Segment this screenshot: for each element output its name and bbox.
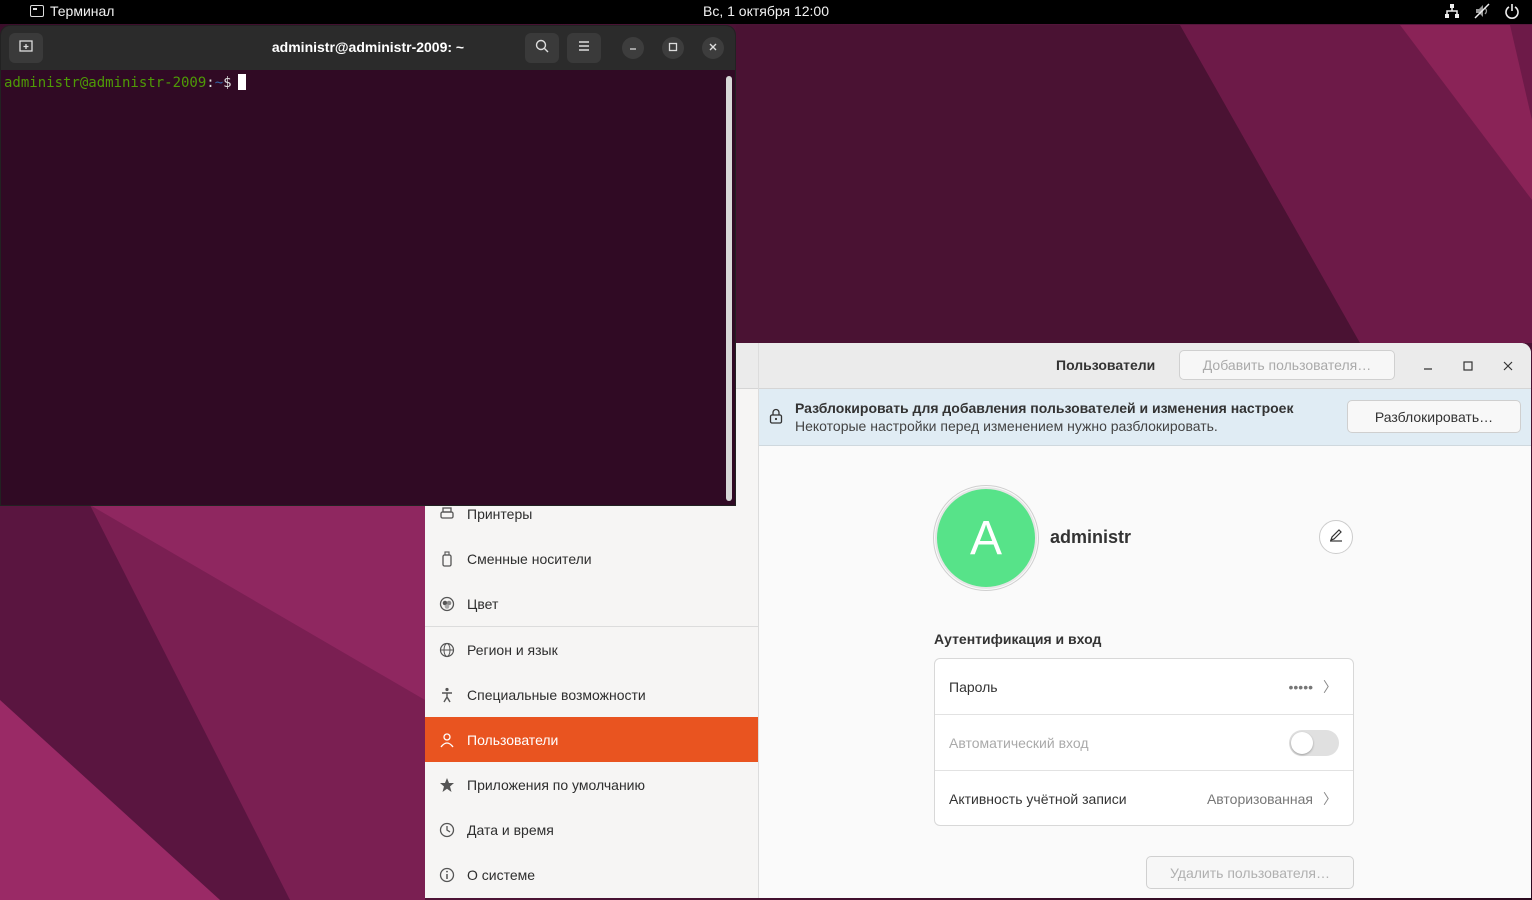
account-activity-row[interactable]: Активность учётной записи Авторизованная… (935, 771, 1353, 827)
sidebar-item-label: Специальные возможности (467, 686, 646, 703)
volume-muted-icon[interactable] (1474, 3, 1490, 19)
autologin-toggle[interactable] (1289, 730, 1339, 756)
autologin-row: Автоматический вход (935, 715, 1353, 771)
system-tray[interactable] (1444, 3, 1520, 19)
prompt-user: administr@administr-2009 (4, 75, 207, 91)
prompt-colon: : (206, 75, 215, 91)
delete-user-button[interactable]: Удалить пользователя… (1146, 856, 1354, 889)
sidebar-item-accessibility[interactable]: Специальные возможности (425, 672, 758, 717)
minimize-icon (628, 39, 638, 57)
network-icon[interactable] (1444, 3, 1460, 19)
globe-icon (439, 642, 455, 658)
chevron-right-icon: 〉 (1323, 791, 1337, 807)
sidebar-item-date-time[interactable]: Дата и время (425, 807, 758, 852)
terminal-header: administr@administr-2009: ~ (1, 26, 735, 70)
password-value: ••••• (1288, 679, 1313, 695)
minimize-button[interactable] (622, 37, 644, 59)
users-icon (439, 732, 455, 748)
password-row[interactable]: Пароль ••••• 〉 (935, 659, 1353, 715)
terminal-window: administr@administr-2009: ~ administr@ad… (0, 25, 736, 506)
search-button[interactable] (525, 33, 559, 63)
content-header: Пользователи Добавить пользователя… (759, 343, 1531, 389)
accessibility-icon (439, 687, 455, 703)
prompt-dollar: $ (223, 75, 232, 91)
sidebar-item-label: Пользователи (467, 731, 559, 748)
account-activity-label: Активность учётной записи (949, 791, 1127, 807)
hamburger-icon (577, 39, 591, 58)
text-cursor (237, 74, 246, 90)
terminal-scrollbar[interactable] (726, 76, 732, 501)
maximize-button[interactable] (662, 37, 684, 59)
sidebar-item-label: Принтеры (467, 505, 533, 522)
page-title: Пользователи (1056, 357, 1156, 373)
sidebar-item-users[interactable]: Пользователи (425, 717, 758, 762)
sidebar-item-label: Дата и время (467, 821, 554, 838)
clock[interactable]: Вс, 1 октября 12:00 (0, 3, 1532, 19)
clock-icon (439, 822, 455, 838)
power-icon[interactable] (1504, 3, 1520, 19)
sidebar-item-about[interactable]: О системе (425, 852, 758, 897)
sidebar-item-label: Сменные носители (467, 550, 592, 567)
auth-list: Пароль ••••• 〉 Автоматический вход Актив… (934, 658, 1354, 826)
lock-icon (769, 408, 783, 429)
removable-media-icon (439, 550, 455, 567)
info-icon (439, 867, 455, 883)
infobar-subtitle: Некоторые настройки перед изменением нуж… (795, 418, 1218, 434)
users-panel: Пользователи Добавить пользователя… Разб… (759, 343, 1531, 898)
sidebar-item-label: О системе (467, 866, 536, 883)
top-bar: Терминал Вс, 1 октября 12:00 (0, 0, 1532, 24)
password-label: Пароль (949, 679, 998, 695)
close-icon (708, 39, 718, 57)
sidebar-item-color[interactable]: Цвет (425, 581, 758, 626)
section-title-auth: Аутентификация и вход (934, 631, 1102, 647)
sidebar-item-removable-media[interactable]: Сменные носители (425, 536, 758, 581)
maximize-icon (668, 39, 678, 57)
username: administr (1050, 527, 1132, 547)
edit-name-button[interactable] (1319, 520, 1353, 554)
prompt-path: ~ (214, 75, 224, 91)
sidebar-item-label: Цвет (467, 595, 499, 612)
printer-icon (439, 506, 455, 522)
terminal-output[interactable]: administr@administr-2009:~$ (1, 70, 735, 505)
close-icon[interactable] (1498, 356, 1518, 376)
avatar[interactable]: A (935, 487, 1037, 589)
search-icon (534, 38, 550, 59)
pencil-icon (1329, 528, 1343, 547)
minimize-icon[interactable] (1418, 356, 1438, 376)
star-icon (439, 777, 455, 793)
autologin-label: Автоматический вход (949, 735, 1089, 751)
unlock-infobar: Разблокировать для добавления пользовате… (759, 389, 1531, 446)
close-button[interactable] (702, 37, 724, 59)
chevron-right-icon: 〉 (1323, 679, 1337, 695)
sidebar-item-label: Регион и язык (467, 641, 558, 658)
sidebar-item-region-language[interactable]: Регион и язык (425, 627, 758, 672)
add-user-button[interactable]: Добавить пользователя… (1179, 350, 1395, 380)
account-activity-value: Авторизованная (1206, 791, 1313, 807)
maximize-icon[interactable] (1458, 356, 1478, 376)
menu-button[interactable] (567, 33, 601, 63)
infobar-title: Разблокировать для добавления пользовате… (795, 400, 1294, 416)
sidebar-item-label: Приложения по умолчанию (467, 776, 645, 793)
color-icon (439, 596, 455, 612)
unlock-button[interactable]: Разблокировать… (1347, 400, 1521, 433)
sidebar-item-default-apps[interactable]: Приложения по умолчанию (425, 762, 758, 807)
